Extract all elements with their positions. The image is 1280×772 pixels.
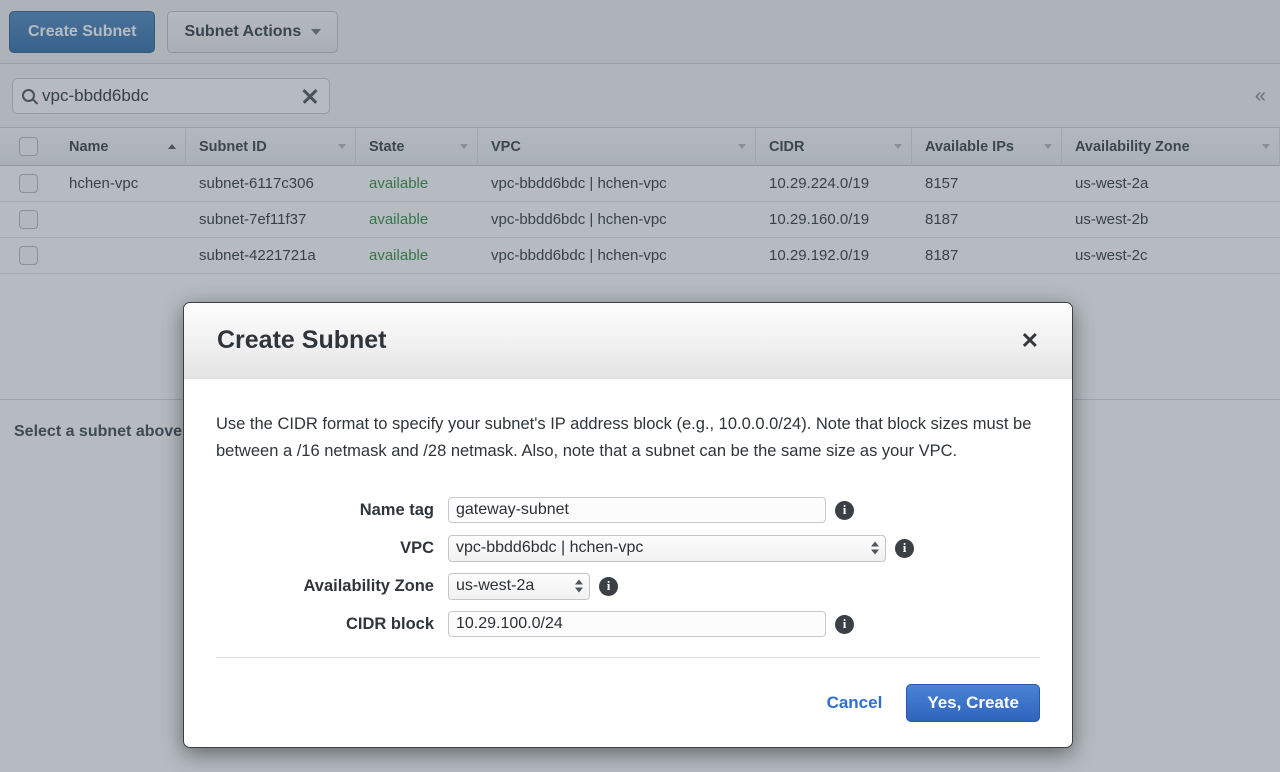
yes-create-button-label: Yes, Create xyxy=(927,692,1019,712)
dialog-body: Use the CIDR format to specify your subn… xyxy=(184,379,1072,643)
form-row-vpc: VPC vpc-bbdd6bdc | hchen-vpc i xyxy=(216,529,1040,567)
info-icon[interactable]: i xyxy=(599,576,618,596)
info-icon[interactable]: i xyxy=(835,614,854,634)
info-icon[interactable]: i xyxy=(835,500,854,520)
vpc-label: VPC xyxy=(400,538,434,557)
name-tag-label: Name tag xyxy=(359,500,434,519)
vpc-select[interactable]: vpc-bbdd6bdc | hchen-vpc xyxy=(448,534,886,562)
vpc-selected-value: vpc-bbdd6bdc | hchen-vpc xyxy=(456,539,644,556)
name-tag-value: gateway-subnet xyxy=(456,501,569,518)
dialog-footer: Cancel Yes, Create xyxy=(216,657,1040,747)
create-subnet-form: Name tag gateway-subnet i VPC vpc-bbdd6b… xyxy=(216,491,1040,643)
availability-zone-selected-value: us-west-2a xyxy=(456,577,535,594)
yes-create-button[interactable]: Yes, Create xyxy=(906,683,1040,722)
cidr-block-value: 10.29.100.0/24 xyxy=(456,615,563,632)
cancel-button[interactable]: Cancel xyxy=(827,693,883,713)
stepper-icon xyxy=(575,579,583,593)
dialog-title: Create Subnet xyxy=(217,326,387,354)
stepper-icon xyxy=(871,541,879,555)
availability-zone-label: Availability Zone xyxy=(303,576,434,595)
cidr-block-label: CIDR block xyxy=(345,614,434,633)
name-tag-field[interactable]: gateway-subnet xyxy=(448,497,826,523)
create-subnet-dialog: Create Subnet ✕ Use the CIDR format to s… xyxy=(183,302,1073,748)
availability-zone-select[interactable]: us-west-2a xyxy=(448,572,590,600)
dialog-header: Create Subnet ✕ xyxy=(184,303,1072,379)
cidr-block-field[interactable]: 10.29.100.0/24 xyxy=(448,611,826,637)
close-icon[interactable]: ✕ xyxy=(1021,329,1039,352)
form-row-cidr-block: CIDR block 10.29.100.0/24 i xyxy=(216,605,1040,643)
info-icon[interactable]: i xyxy=(895,538,914,558)
dialog-description: Use the CIDR format to specify your subn… xyxy=(216,415,1032,460)
form-row-name-tag: Name tag gateway-subnet i xyxy=(216,491,1040,529)
form-row-availability-zone: Availability Zone us-west-2a i xyxy=(216,567,1040,605)
